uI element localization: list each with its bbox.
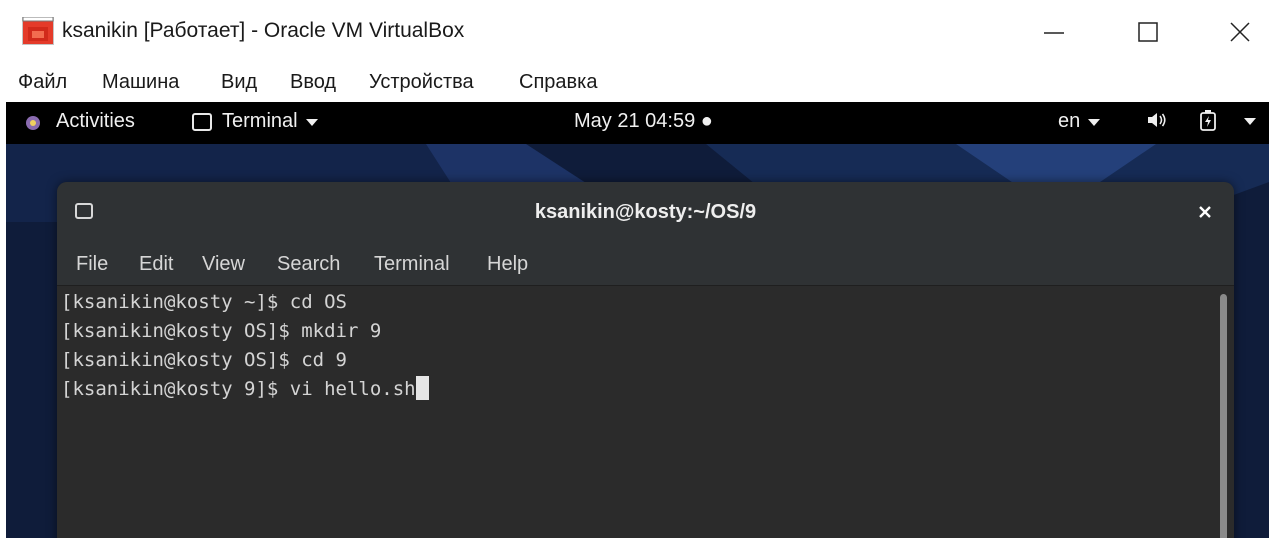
terminal-line: [ksanikin@kosty OS]$ mkdir 9: [61, 320, 382, 342]
menu-input[interactable]: Ввод: [290, 71, 336, 94]
terminal-headerbar: ksanikin@kosty:~/OS/9: [57, 182, 1234, 245]
system-menu-chevron-icon[interactable]: [1244, 110, 1256, 125]
terminal-menu-edit[interactable]: Edit: [139, 253, 173, 276]
gnome-topbar: Activities Terminal May 21 04:59 ● en: [6, 102, 1269, 144]
app-menu-label: Terminal: [222, 110, 298, 132]
menu-file[interactable]: Файл: [18, 71, 67, 94]
terminal-line: [ksanikin@kosty ~]$ cd OS: [61, 291, 347, 313]
host-menubar: Файл Машина Вид Ввод Устройства Справка: [0, 66, 1269, 100]
terminal-line: [ksanikin@kosty OS]$ cd 9: [61, 349, 347, 371]
maximize-icon: [1138, 22, 1158, 42]
terminal-menu-help[interactable]: Help: [487, 253, 528, 276]
volume-icon[interactable]: [1146, 110, 1168, 130]
guest-screen[interactable]: Activities Terminal May 21 04:59 ● en ks…: [6, 102, 1269, 538]
minimize-icon: [1044, 32, 1064, 34]
terminal-menubar: File Edit View Search Terminal Help: [57, 245, 1234, 286]
language-selector[interactable]: en: [1058, 110, 1101, 133]
terminal-content[interactable]: [ksanikin@kosty ~]$ cd OS [ksanikin@kost…: [57, 286, 1217, 538]
terminal-menu-view[interactable]: View: [202, 253, 245, 276]
battery-icon[interactable]: [1198, 110, 1218, 132]
virtualbox-icon: [22, 16, 54, 45]
menu-view[interactable]: Вид: [221, 71, 257, 94]
terminal-window[interactable]: ksanikin@kosty:~/OS/9 File Edit View Sea…: [57, 182, 1234, 538]
activities-button[interactable]: Activities: [56, 110, 135, 133]
host-titlebar: ksanikin [Работает] - Oracle VM VirtualB…: [0, 0, 1269, 66]
window-title: ksanikin [Работает] - Oracle VM VirtualB…: [62, 19, 465, 42]
terminal-menu-search[interactable]: Search: [277, 253, 340, 276]
chevron-down-icon: [305, 119, 318, 126]
close-icon[interactable]: [1195, 202, 1215, 222]
terminal-menu-file[interactable]: File: [76, 253, 108, 276]
terminal-title: ksanikin@kosty:~/OS/9: [534, 201, 757, 223]
language-label: en: [1058, 110, 1081, 132]
terminal-scrollbar[interactable]: [1220, 294, 1227, 538]
close-button[interactable]: [1210, 10, 1269, 54]
terminal-line-current: [ksanikin@kosty 9]$ vi hello.sh: [61, 375, 429, 404]
terminal-menu-terminal[interactable]: Terminal: [374, 253, 450, 276]
terminal-line-text: [ksanikin@kosty 9]$ vi hello.sh: [61, 378, 416, 400]
menu-devices[interactable]: Устройства: [369, 71, 474, 94]
menu-machine[interactable]: Машина: [102, 71, 179, 94]
terminal-icon: [192, 112, 212, 131]
menu-help[interactable]: Справка: [519, 71, 597, 94]
minimize-button[interactable]: [1024, 10, 1084, 54]
chevron-down-icon: [1088, 119, 1101, 126]
clock[interactable]: May 21 04:59 ●: [574, 110, 713, 133]
maximize-button[interactable]: [1118, 10, 1178, 54]
close-icon: [1230, 22, 1250, 42]
app-menu-terminal[interactable]: Terminal: [192, 110, 318, 133]
text-cursor: [415, 376, 429, 400]
activities-icon: [26, 116, 40, 130]
